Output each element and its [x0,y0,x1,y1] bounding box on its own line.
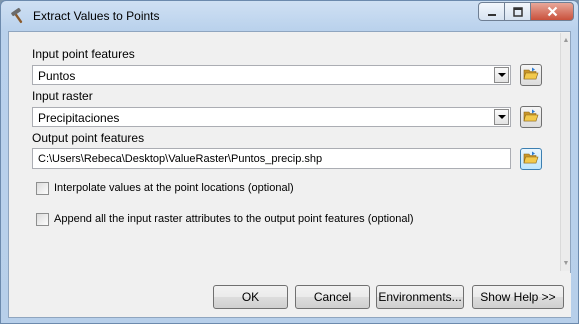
dialog-window: Extract Values to Points Input point fea… [0,0,579,324]
environments-button[interactable]: Environments... [376,285,464,309]
scroll-up-icon[interactable]: ▲ [562,37,570,44]
title-bar[interactable]: Extract Values to Points [1,1,578,31]
input-point-features-value: Puntos [38,69,76,83]
input-raster-dropdown[interactable]: Precipitaciones [32,107,511,127]
browse-input-raster-button[interactable] [520,106,542,128]
hammer-icon [9,7,27,25]
chevron-down-icon[interactable] [494,109,509,125]
dialog-body: Input point features Puntos Input raster… [8,31,571,318]
parameters-pane: Input point features Puntos Input raster… [10,33,559,271]
button-bar: OK Cancel Environments... Show Help >> [10,273,571,317]
append-attributes-checkbox[interactable] [36,212,49,226]
scroll-down-icon[interactable]: ▼ [562,260,570,267]
output-point-features-label: Output point features [32,131,145,145]
window-title: Extract Values to Points [33,9,160,23]
interpolate-label: Interpolate values at the point location… [54,182,294,194]
vertical-scrollbar[interactable]: ▲ ▼ [560,33,570,271]
input-raster-label: Input raster [32,89,93,103]
append-attributes-option[interactable]: Append all the input raster attributes t… [36,212,414,226]
minimize-icon[interactable] [478,2,504,21]
input-point-features-label: Input point features [32,47,135,61]
ok-button[interactable]: OK [213,285,288,309]
browse-output-point-features-button[interactable] [520,148,542,170]
chevron-down-icon[interactable] [494,67,509,83]
input-raster-value: Precipitaciones [38,111,120,125]
window-controls [478,2,574,22]
append-attributes-label: Append all the input raster attributes t… [54,213,414,225]
input-point-features-dropdown[interactable]: Puntos [32,65,511,85]
output-point-features-input[interactable] [33,149,510,168]
open-folder-icon [523,151,539,168]
interpolate-checkbox[interactable] [36,181,49,195]
output-point-features-field[interactable] [32,148,511,169]
cancel-button[interactable]: Cancel [295,285,370,309]
maximize-icon[interactable] [504,2,530,21]
show-help-button[interactable]: Show Help >> [472,285,564,309]
close-icon[interactable] [530,2,574,21]
interpolate-option[interactable]: Interpolate values at the point location… [36,181,294,195]
open-folder-icon [523,67,539,84]
browse-input-point-features-button[interactable] [520,64,542,86]
open-folder-icon [523,109,539,126]
